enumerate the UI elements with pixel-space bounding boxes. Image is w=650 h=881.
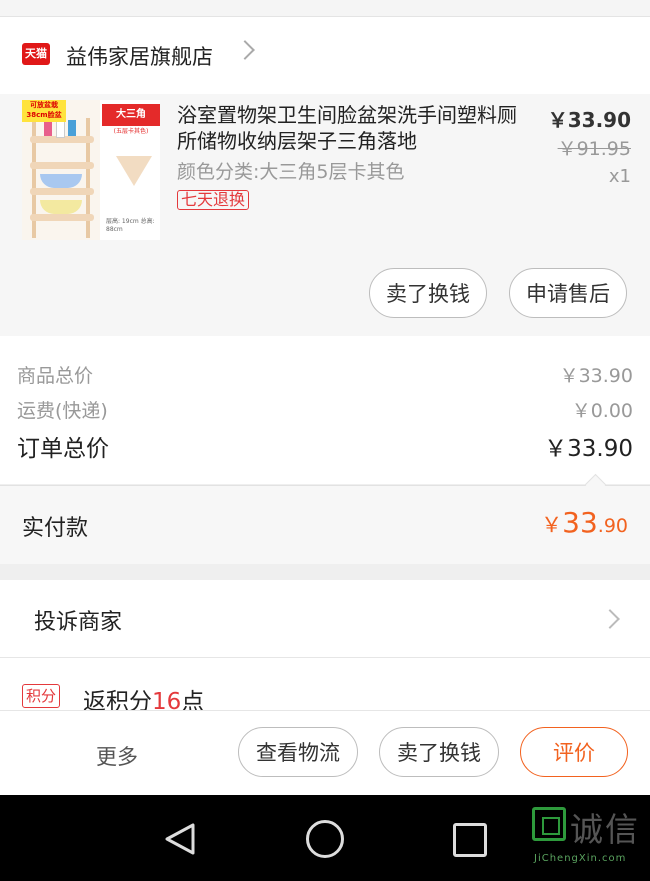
points-badge: 积分 <box>22 684 61 708</box>
rate-button[interactable]: 评价 <box>520 727 628 777</box>
complain-merchant-label: 投诉商家 <box>34 610 123 635</box>
watermark-text: 诚信 <box>570 810 640 849</box>
tmall-logo-icon: 天猫 <box>22 43 50 65</box>
amount-paid-value: ￥33.90 <box>541 506 628 539</box>
back-icon[interactable] <box>163 822 197 856</box>
thumb-size-sub: (五层卡其色) <box>113 128 149 135</box>
watermark-emblem-inner <box>542 817 560 835</box>
points-text: 返积分16点 <box>83 682 204 710</box>
product-original-price: ￥91.95 <box>557 138 631 160</box>
thumb-promo-tag: 可放盆栽38cm脸盆 <box>22 100 66 122</box>
amount-paid-label: 实付款 <box>22 516 89 541</box>
shelf-tier <box>30 188 94 195</box>
product-thumbnail[interactable]: 可放盆栽38cm脸盆 大三角 (五层卡其色) 层高: 19cm 总高: 88cm <box>22 100 160 240</box>
recent-apps-icon[interactable] <box>453 823 487 857</box>
order-action-bar: 更多 查看物流 卖了换钱 评价 <box>0 710 650 796</box>
product-price: ￥33.90 <box>547 108 631 132</box>
home-icon[interactable] <box>306 820 344 858</box>
chevron-right-icon <box>600 609 620 629</box>
goods-total-label: 商品总价 <box>17 365 94 387</box>
goods-total-value: ￥33.90 <box>559 365 633 387</box>
return-policy-badge: 七天退换 <box>177 190 250 210</box>
sell-for-cash-button[interactable]: 卖了换钱 <box>369 268 487 318</box>
top-strip <box>0 0 650 17</box>
shipping-value: ￥0.00 <box>571 400 633 422</box>
watermark-emblem-icon <box>532 807 566 841</box>
bottle <box>68 120 76 136</box>
points-prefix: 返积分 <box>83 689 152 710</box>
shelf-tier <box>30 214 94 221</box>
product-item[interactable]: 可放盆栽38cm脸盆 大三角 (五层卡其色) 层高: 19cm 总高: 88cm… <box>0 94 650 336</box>
watermark-sub: JiChengXin.com <box>534 853 627 864</box>
basin-yellow <box>40 200 82 214</box>
store-header[interactable]: 天猫 益伟家居旗舰店 <box>0 17 650 94</box>
amount-paid-row: 实付款 ￥33.90 <box>0 473 650 564</box>
product-title[interactable]: 浴室置物架卫生间脸盆架洗手间塑料厕所储物收纳层架子三角落地 <box>177 102 517 154</box>
order-total-label: 订单总价 <box>17 436 109 462</box>
amount-decimal: .90 <box>597 515 628 537</box>
product-quantity: x1 <box>608 166 631 187</box>
basin-blue <box>40 174 82 188</box>
shelf-tier <box>30 162 94 169</box>
product-spec: 颜色分类:大三角5层卡其色 <box>177 161 405 183</box>
thumb-spec-panel: 大三角 (五层卡其色) 层高: 19cm 总高: 88cm <box>102 100 160 240</box>
bottle <box>44 122 52 136</box>
shipping-label: 运费(快递) <box>17 400 108 422</box>
watermark-logo: 诚信 JiChengXin.com <box>532 803 650 881</box>
triangle-shelf-diagram <box>116 156 152 186</box>
points-suffix: 点 <box>181 689 205 710</box>
complain-merchant-row[interactable]: 投诉商家 <box>0 580 650 658</box>
currency-symbol: ￥ <box>541 513 563 537</box>
after-sale-button[interactable]: 申请售后 <box>509 268 627 318</box>
thumb-caption: 层高: 19cm 总高: 88cm <box>106 218 155 233</box>
store-name[interactable]: 益伟家居旗舰店 <box>66 41 213 71</box>
more-button[interactable]: 更多 <box>96 741 138 771</box>
view-logistics-button[interactable]: 查看物流 <box>238 727 358 777</box>
points-reward-row: 积分 返积分16点 <box>0 658 650 710</box>
chevron-right-icon <box>235 40 255 60</box>
thumb-shelf-photo: 可放盆栽38cm脸盆 <box>22 100 100 240</box>
price-summary: 商品总价 ￥33.90 运费(快递) ￥0.00 订单总价 ￥33.90 <box>0 336 650 484</box>
thumb-size-label: 大三角 <box>102 104 160 126</box>
amount-integer: 33 <box>562 506 598 539</box>
order-total-value: ￥33.90 <box>544 436 633 462</box>
sell-for-cash-button-bottom[interactable]: 卖了换钱 <box>379 727 499 777</box>
points-amount: 16 <box>152 689 182 710</box>
